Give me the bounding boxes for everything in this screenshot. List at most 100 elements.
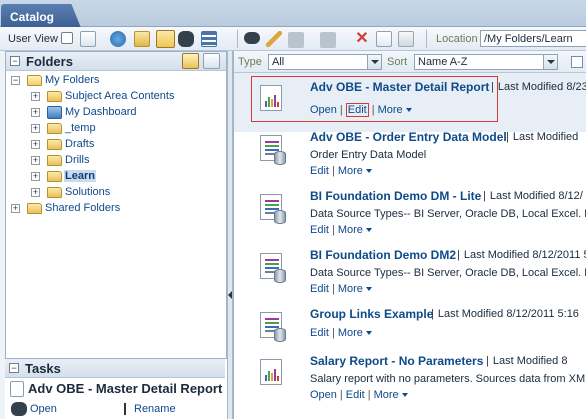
item-description: Salary report with no parameters. Source… (310, 373, 586, 385)
expand-icon[interactable]: + (31, 92, 40, 101)
tree-node-label[interactable]: Drafts (65, 138, 94, 150)
open-link[interactable]: Open (310, 389, 337, 401)
tree-node-temp[interactable]: + _temp (9, 121, 209, 137)
tree-node-label[interactable]: Shared Folders (45, 202, 120, 214)
tree-node-label[interactable]: Subject Area Contents (65, 90, 174, 102)
item-title[interactable]: Group Links Example (310, 307, 433, 321)
refresh-icon[interactable] (110, 31, 126, 47)
folder-view-icon[interactable] (203, 53, 220, 69)
chevron-down-icon[interactable] (401, 393, 408, 398)
paste-icon[interactable] (398, 31, 414, 47)
edit-link[interactable]: Edit (310, 283, 329, 295)
chevron-down-icon[interactable] (405, 108, 412, 113)
user-view-label[interactable]: User View (8, 33, 58, 49)
tree-node-label[interactable]: Solutions (65, 186, 110, 198)
catalog-item[interactable]: Adv OBE - Order Entry Data Model | Last M… (234, 123, 586, 182)
tree-node-label[interactable]: Drills (65, 154, 89, 166)
user-view-dropdown-icon[interactable] (61, 32, 73, 44)
chevron-down-icon[interactable] (367, 55, 381, 69)
open-link[interactable]: Open (310, 104, 337, 116)
item-actions: Open | Edit | More (310, 103, 412, 117)
edit-link[interactable]: Edit (346, 389, 365, 401)
tree-node-my-dashboard[interactable]: + My Dashboard (9, 105, 209, 121)
view-list-icon[interactable] (201, 31, 217, 47)
item-modified: | Last Modified 8/12/2011 5:16 (431, 308, 579, 320)
new-document-icon[interactable] (80, 31, 96, 47)
tree-node-subject-area-contents[interactable]: + Subject Area Contents (9, 89, 209, 105)
edit-link[interactable]: Edit (310, 224, 329, 236)
more-link[interactable]: More (374, 389, 399, 401)
report-icon (260, 85, 286, 115)
data-model-icon (260, 194, 286, 224)
item-title[interactable]: BI Foundation Demo DM2 (310, 248, 456, 262)
tree-node-my-folders[interactable]: − My Folders (9, 73, 209, 89)
edit-link[interactable]: Edit (345, 103, 369, 117)
type-select[interactable]: All (268, 54, 382, 70)
edit-link[interactable]: Edit (310, 327, 329, 339)
more-link[interactable]: More (338, 327, 363, 339)
edit-pencil-icon[interactable] (266, 31, 282, 47)
collapse-arrow-icon[interactable] (228, 291, 232, 299)
tree-node-label[interactable]: _temp (65, 122, 96, 134)
expand-icon[interactable]: + (11, 204, 20, 213)
collapse-folders-icon[interactable]: − (10, 56, 20, 66)
tree-node-label[interactable]: My Dashboard (65, 106, 137, 118)
item-title[interactable]: Salary Report - No Parameters (310, 354, 483, 368)
properties-icon[interactable] (244, 32, 260, 44)
expand-icon[interactable]: + (31, 156, 40, 165)
tree-node-solutions[interactable]: + Solutions (9, 185, 209, 201)
rename-icon[interactable] (119, 403, 131, 415)
show-folders-icon[interactable] (156, 30, 175, 48)
open-icon[interactable] (11, 402, 27, 416)
expand-icon[interactable]: + (31, 140, 40, 149)
delete-icon[interactable]: ✕ (354, 31, 370, 47)
item-title[interactable]: BI Foundation Demo DM - Lite (310, 189, 481, 203)
binoculars-icon[interactable] (178, 31, 194, 47)
edit-link[interactable]: Edit (310, 165, 329, 177)
collapse-icon[interactable]: − (11, 76, 20, 85)
tree-node-label[interactable]: My Folders (45, 74, 99, 86)
more-link[interactable]: More (338, 224, 363, 236)
item-modified: | Last Modified 8/23 (491, 81, 586, 93)
export-icon[interactable] (320, 32, 336, 48)
catalog-item[interactable]: Salary Report - No Parameters | Last Modi… (234, 347, 586, 406)
collapse-tasks-icon[interactable]: − (9, 363, 19, 373)
catalog-item[interactable]: BI Foundation Demo DM2 | Last Modified 8/… (234, 241, 586, 300)
sort-select[interactable]: Name A-Z (414, 54, 558, 70)
item-modified: | Last Modified 8 (486, 355, 568, 367)
more-link[interactable]: More (338, 283, 363, 295)
catalog-item[interactable]: BI Foundation Demo DM - Lite | Last Modif… (234, 182, 586, 241)
chevron-down-icon[interactable] (365, 228, 372, 233)
copy-icon[interactable] (376, 31, 392, 47)
folder-icon (47, 91, 62, 102)
dashboard-icon (47, 106, 62, 119)
tree-node-drafts[interactable]: + Drafts (9, 137, 209, 153)
expand-icon[interactable]: + (31, 124, 40, 133)
location-input[interactable]: /My Folders/Learn (480, 30, 586, 47)
tab-catalog[interactable]: Catalog (1, 4, 81, 28)
folder-up-icon[interactable] (134, 31, 150, 47)
item-title[interactable]: Adv OBE - Order Entry Data Model (310, 130, 507, 144)
chevron-down-icon[interactable] (365, 169, 372, 174)
tree-node-drills[interactable]: + Drills (9, 153, 209, 169)
expand-icon[interactable]: + (31, 172, 40, 181)
chevron-down-icon[interactable] (365, 331, 372, 336)
tree-node-learn[interactable]: + Learn (9, 169, 209, 185)
folder-tree-icon[interactable] (182, 53, 199, 69)
print-icon[interactable] (288, 32, 304, 48)
task-rename-link[interactable]: Rename (134, 403, 176, 415)
tree-node-shared-folders[interactable]: + Shared Folders (9, 201, 209, 217)
chevron-down-icon[interactable] (543, 55, 557, 69)
task-open-link[interactable]: Open (30, 403, 57, 415)
chevron-down-icon[interactable] (365, 287, 372, 292)
more-link[interactable]: More (378, 104, 403, 116)
more-link[interactable]: More (338, 165, 363, 177)
item-actions: Edit | More (310, 224, 372, 236)
expand-icon[interactable]: + (31, 108, 40, 117)
tree-node-label[interactable]: Learn (64, 170, 96, 182)
item-description: Data Source Types-- BI Server, Oracle DB… (310, 267, 586, 279)
folder-icon (47, 171, 62, 182)
show-hidden-checkbox[interactable] (571, 56, 583, 68)
expand-icon[interactable]: + (31, 188, 40, 197)
item-title[interactable]: Adv OBE - Master Detail Report (310, 80, 489, 94)
